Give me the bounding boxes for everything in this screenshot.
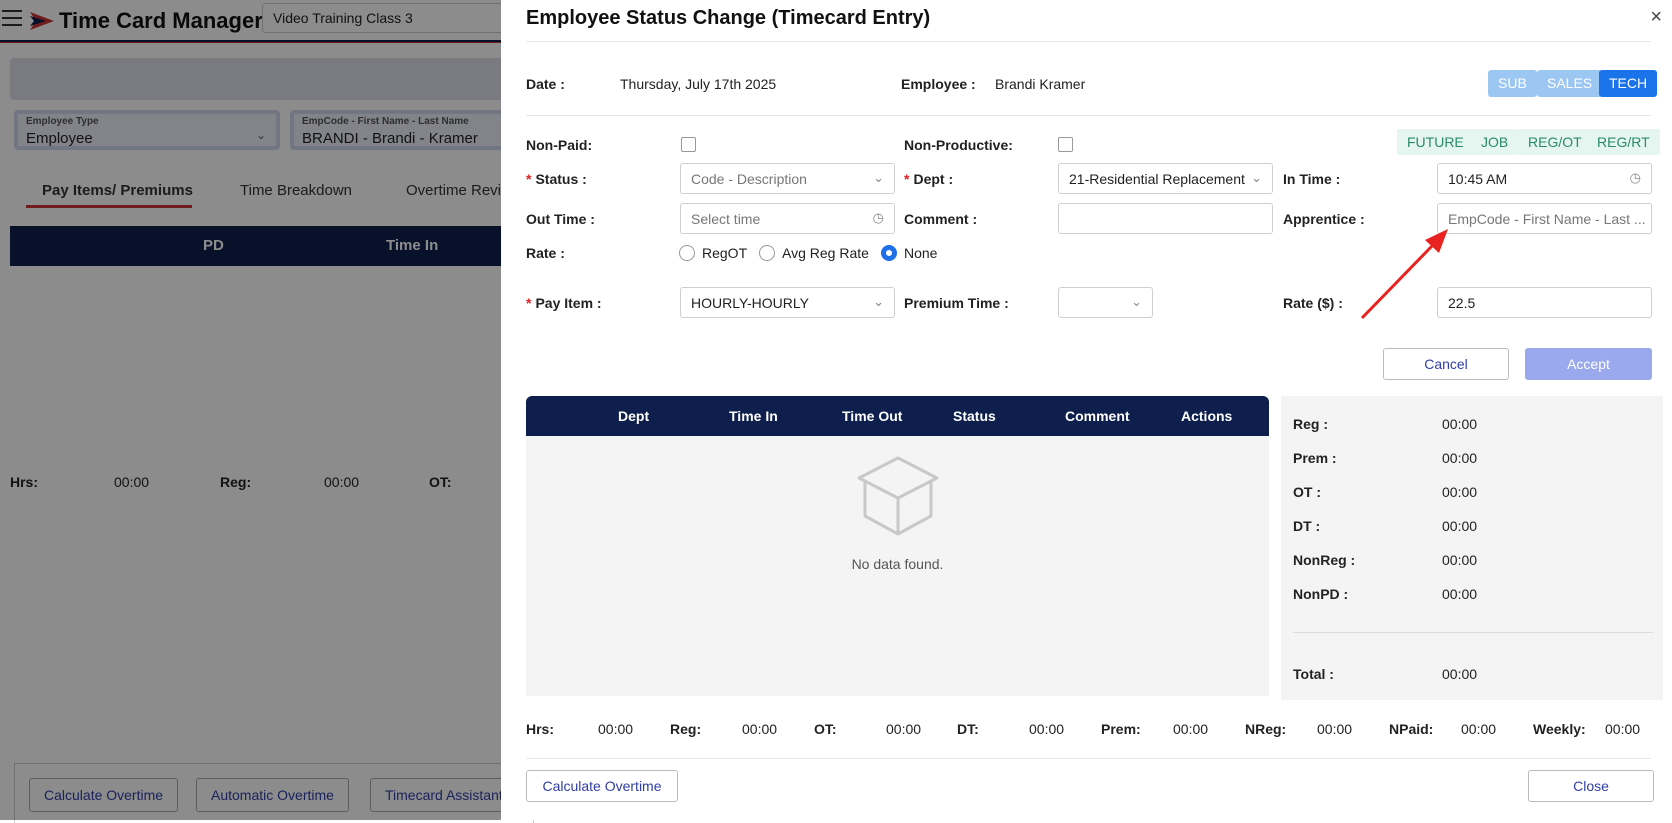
total-prem-value: 00:00 <box>1173 721 1209 737</box>
rate-regot-radio[interactable] <box>679 245 695 261</box>
intime-label: In Time : <box>1283 171 1341 187</box>
cancel-button[interactable]: Cancel <box>1383 348 1509 380</box>
status-change-drawer: Employee Status Change (Timecard Entry) … <box>501 0 1672 820</box>
entries-table-header: Dept Time In Time Out Status Comment Act… <box>526 396 1269 436</box>
apprentice-select[interactable]: EmpCode - First Name - Last ... <box>1437 203 1652 234</box>
comment-input[interactable] <box>1058 203 1273 234</box>
total-nreg-value: 00:00 <box>1317 721 1353 737</box>
col-time-out: Time Out <box>842 408 903 424</box>
total-npaid-label: NPaid: <box>1389 721 1434 737</box>
divider <box>1293 632 1653 633</box>
summary-total-value: 00:00 <box>1442 666 1478 682</box>
rate-none-label: None <box>904 245 938 261</box>
summary-nonreg-label: NonReg : <box>1293 552 1356 568</box>
chevron-down-icon: ⌄ <box>1131 294 1142 309</box>
close-icon[interactable]: × <box>1650 6 1662 29</box>
total-hrs-value: 00:00 <box>598 721 634 737</box>
nonpaid-label: Non-Paid: <box>526 137 593 153</box>
summary-prem-value: 00:00 <box>1442 450 1478 466</box>
total-dt-label: DT: <box>957 721 979 737</box>
accept-button[interactable]: Accept <box>1525 348 1652 380</box>
total-weekly-value: 00:00 <box>1605 721 1641 737</box>
hours-summary-panel: Reg : 00:00 Prem : 00:00 OT : 00:00 DT :… <box>1281 396 1663 700</box>
total-nreg-label: NReg: <box>1245 721 1287 737</box>
entries-table-body: No data found. <box>526 436 1269 696</box>
rate-avg-reg-label: Avg Reg Rate <box>782 245 869 261</box>
tech-button[interactable]: TECH <box>1599 70 1658 97</box>
close-button[interactable]: Close <box>1528 770 1654 802</box>
summary-reg-label: Reg : <box>1293 416 1329 432</box>
employee-label: Employee : <box>901 76 976 92</box>
status-label: * Status : <box>526 171 587 187</box>
total-npaid-value: 00:00 <box>1461 721 1497 737</box>
outtime-label: Out Time : <box>526 211 595 227</box>
rate-label: Rate : <box>526 245 565 261</box>
summary-reg-value: 00:00 <box>1442 416 1478 432</box>
rate-regot-label: RegOT <box>702 245 748 261</box>
future-tag[interactable]: FUTURE <box>1397 129 1474 155</box>
payitem-select[interactable]: HOURLY-HOURLY ⌄ <box>680 287 895 318</box>
comment-label: Comment : <box>904 211 978 227</box>
dialog-title: Employee Status Change (Timecard Entry) <box>526 7 931 29</box>
col-status: Status <box>953 408 996 424</box>
date-value: Thursday, July 17th 2025 <box>620 76 777 92</box>
sales-button[interactable]: SALES <box>1537 70 1603 97</box>
nonproductive-checkbox[interactable] <box>1058 137 1073 152</box>
intime-input[interactable]: 10:45 AM ◷ <box>1437 163 1652 194</box>
empty-state-text: No data found. <box>851 556 944 572</box>
totals-row: Hrs: 00:00 Reg: 00:00 OT: 00:00 DT: 00:0… <box>526 721 1656 741</box>
empty-box-icon <box>857 456 939 536</box>
summary-nonreg-value: 00:00 <box>1442 552 1478 568</box>
summary-total-label: Total : <box>1293 666 1334 682</box>
rate-dollar-label: Rate ($) : <box>1283 295 1343 311</box>
col-comment: Comment <box>1065 408 1130 424</box>
status-select[interactable]: Code - Description ⌄ <box>680 163 895 194</box>
reg-ot-tag[interactable]: REG/OT <box>1518 129 1592 155</box>
summary-ot-value: 00:00 <box>1442 484 1478 500</box>
summary-prem-label: Prem : <box>1293 450 1337 466</box>
nonpaid-checkbox[interactable] <box>681 137 696 152</box>
outtime-input[interactable]: Select time ◷ <box>680 203 895 234</box>
calculate-overtime-button[interactable]: Calculate Overtime <box>526 770 678 802</box>
chevron-down-icon: ⌄ <box>873 170 884 185</box>
clock-icon: ◷ <box>872 210 884 225</box>
col-dept: Dept <box>618 408 650 424</box>
total-ot-label: OT: <box>814 721 837 737</box>
rate-dollar-input[interactable]: 22.5 <box>1437 287 1652 318</box>
chevron-down-icon: ⌄ <box>1251 170 1262 185</box>
col-time-in: Time In <box>729 408 778 424</box>
employee-value: Brandi Kramer <box>995 76 1086 92</box>
total-weekly-label: Weekly: <box>1533 721 1586 737</box>
summary-nonpd-value: 00:00 <box>1442 586 1478 602</box>
premium-time-label: Premium Time : <box>904 295 1009 311</box>
premium-time-select[interactable]: ⌄ <box>1058 287 1153 318</box>
summary-nonpd-label: NonPD : <box>1293 586 1349 602</box>
total-hrs-label: Hrs: <box>526 721 555 737</box>
summary-dt-value: 00:00 <box>1442 518 1478 534</box>
job-tag[interactable]: JOB <box>1471 129 1519 155</box>
total-prem-label: Prem: <box>1101 721 1141 737</box>
divider <box>526 758 1651 759</box>
summary-ot-label: OT : <box>1293 484 1322 500</box>
divider <box>526 115 1651 116</box>
total-ot-value: 00:00 <box>886 721 922 737</box>
dept-select[interactable]: 21-Residential Replacement ⌄ <box>1058 163 1273 194</box>
date-label: Date : <box>526 76 565 92</box>
dept-label: * Dept : <box>904 171 954 187</box>
sub-button[interactable]: SUB <box>1488 70 1537 97</box>
total-reg-value: 00:00 <box>742 721 778 737</box>
col-actions: Actions <box>1181 408 1233 424</box>
rate-avg-reg-radio[interactable] <box>759 245 775 261</box>
clock-icon: ◷ <box>1629 170 1641 185</box>
payitem-label: * Pay Item : <box>526 295 602 311</box>
reg-rt-tag[interactable]: REG/RT <box>1587 129 1660 155</box>
chevron-down-icon: ⌄ <box>873 294 884 309</box>
summary-dt-label: DT : <box>1293 518 1321 534</box>
apprentice-label: Apprentice : <box>1283 211 1365 227</box>
nonproductive-label: Non-Productive: <box>904 137 1013 153</box>
divider <box>526 41 1651 42</box>
total-dt-value: 00:00 <box>1029 721 1065 737</box>
rate-none-radio[interactable] <box>881 245 897 261</box>
total-reg-label: Reg: <box>670 721 702 737</box>
